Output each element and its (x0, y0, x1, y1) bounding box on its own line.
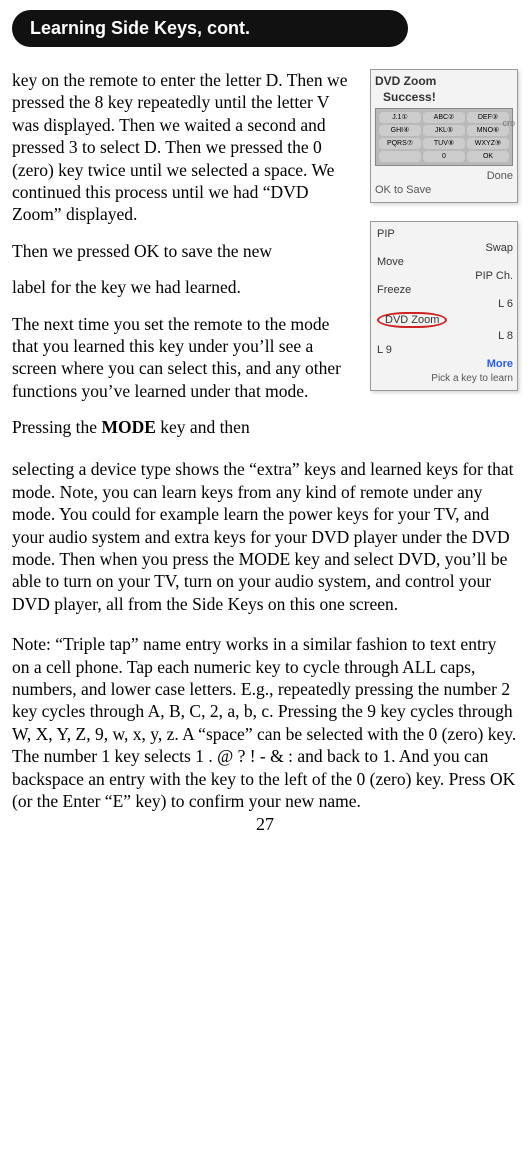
list-left: L 9 (377, 344, 392, 356)
figure-title: DVD Zoom (375, 74, 513, 88)
cropped-text: cro (502, 118, 515, 128)
keypad-cell: J.1① (379, 112, 421, 123)
list-row: DVD Zoom (377, 312, 513, 328)
list-row: More (377, 358, 513, 370)
page-header-title: Learning Side Keys, cont. (30, 18, 250, 38)
paragraph: Then we pressed OK to save the new (12, 240, 358, 262)
bold-text: MODE (101, 417, 155, 437)
list-row: Move (377, 256, 513, 268)
figure-key-list: PIP Swap Move PIP Ch. Freeze L 6 (370, 221, 518, 391)
figure-done-text: Done (375, 170, 513, 182)
list-row: PIP Ch. (377, 270, 513, 282)
page-number: 27 (12, 814, 518, 835)
text-fragment: key and then (156, 417, 250, 437)
keypad-cell: WXYZ⑨ (467, 138, 509, 149)
paragraph: Pressing the MODE key and then (12, 416, 358, 438)
keypad-cell: ABC② (423, 112, 465, 123)
list-row: Freeze (377, 284, 513, 296)
list-left: PIP (377, 228, 395, 240)
list-row: Swap (377, 242, 513, 254)
figure-footer: Pick a key to learn (377, 373, 513, 384)
figure-success-text: Success! (383, 90, 513, 104)
paragraph: Note: “Triple tap” name entry works in a… (12, 633, 518, 812)
list-row: L 6 (377, 298, 513, 310)
body-text-column: key on the remote to enter the letter D.… (12, 69, 358, 452)
keypad-cell: OK (467, 151, 509, 162)
list-right: L 6 (498, 298, 513, 310)
paragraph: selecting a device type shows the “extra… (12, 458, 518, 615)
full-width-text: selecting a device type shows the “extra… (12, 458, 518, 812)
figure-column: DVD Zoom Success! cro J.1① ABC② DEF③ GHI… (370, 69, 518, 452)
keypad-cell (379, 151, 421, 162)
list-row: L 9 (377, 344, 513, 356)
keypad-cell: PQRS⑦ (379, 138, 421, 149)
paragraph: key on the remote to enter the letter D.… (12, 69, 358, 226)
paragraph: label for the key we had learned. (12, 276, 358, 298)
phone-keypad: J.1① ABC② DEF③ GHI④ JKL⑤ MNO⑥ PQRS⑦ TUV⑧… (375, 108, 513, 166)
list-left: Freeze (377, 284, 411, 296)
circled-item: DVD Zoom (377, 312, 447, 328)
list-row: PIP (377, 228, 513, 240)
list-right: Swap (485, 242, 513, 254)
list-right: L 8 (498, 330, 513, 342)
list-right: PIP Ch. (475, 270, 513, 282)
list-right: More (487, 358, 513, 370)
keypad-cell: GHI④ (379, 125, 421, 136)
page-header: Learning Side Keys, cont. (12, 10, 408, 47)
keypad-cell: JKL⑤ (423, 125, 465, 136)
keypad-cell: 0 (423, 151, 465, 162)
figure-ok-save-text: OK to Save (375, 184, 513, 196)
figure-dvd-zoom-success: DVD Zoom Success! cro J.1① ABC② DEF③ GHI… (370, 69, 518, 203)
list-row: L 8 (377, 330, 513, 342)
keypad-cell: TUV⑧ (423, 138, 465, 149)
paragraph: The next time you set the remote to the … (12, 313, 358, 403)
text-fragment: Pressing the (12, 417, 101, 437)
list-left: Move (377, 256, 404, 268)
